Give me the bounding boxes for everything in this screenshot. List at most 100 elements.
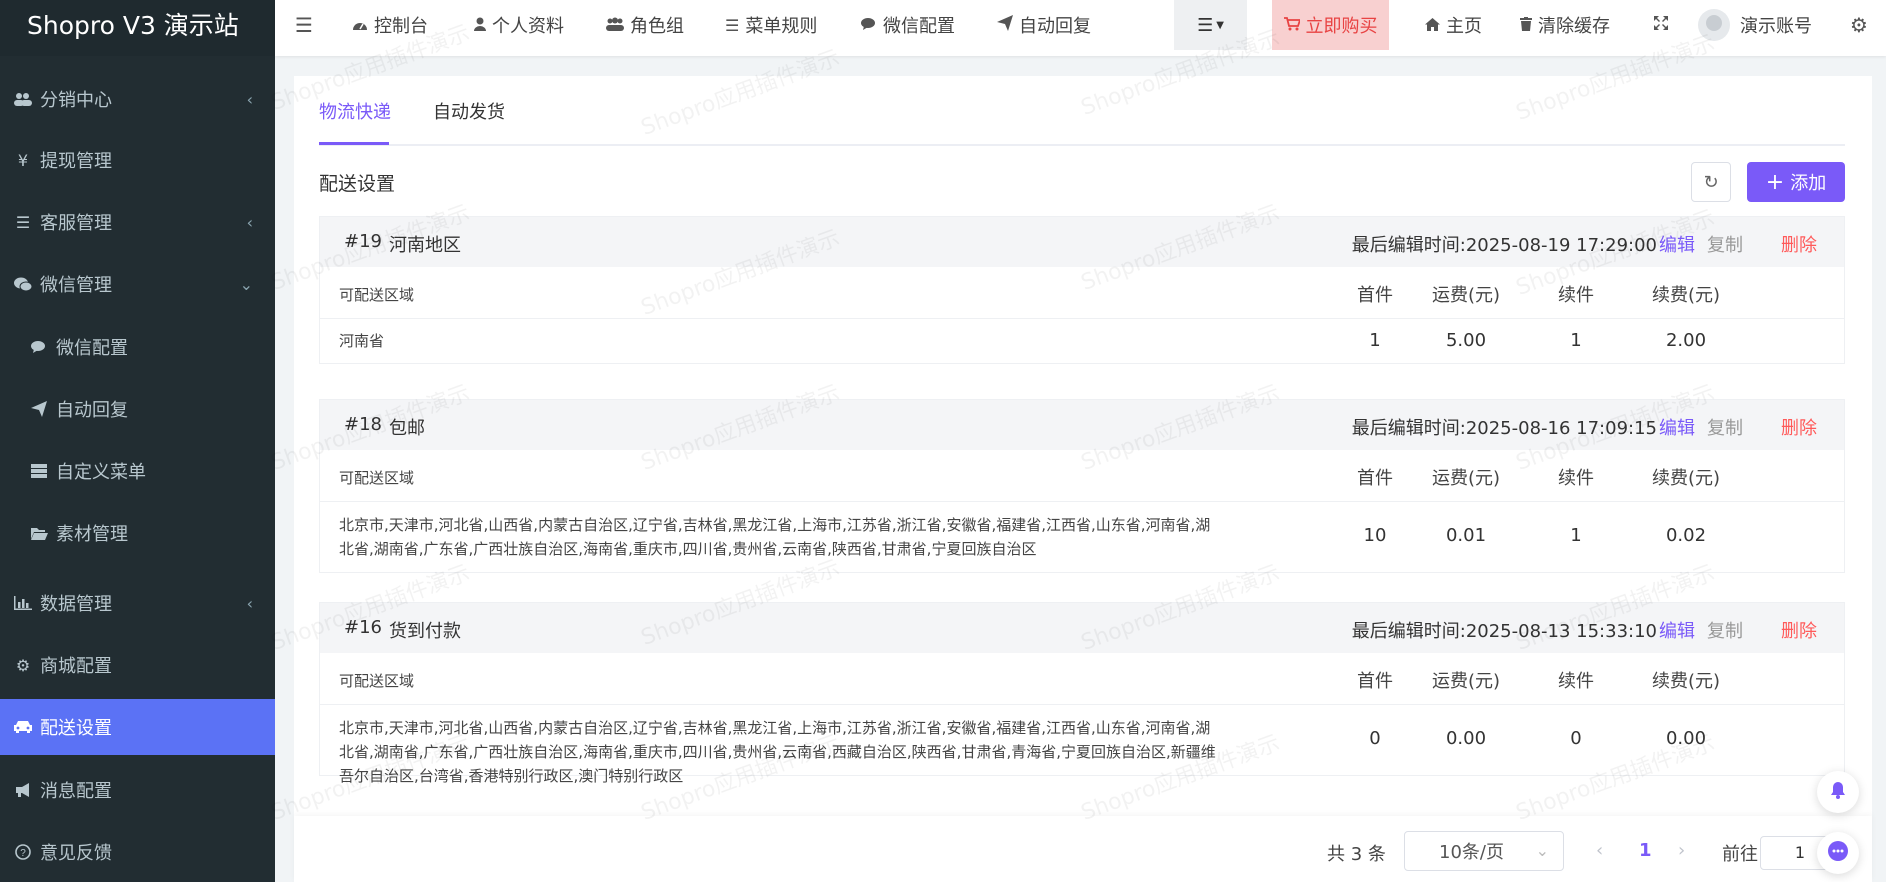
shopping-cart-icon [1283, 16, 1301, 35]
settings-button[interactable]: ⚙ [1850, 0, 1868, 50]
clear-cache-button[interactable]: 清除缓存 [1520, 0, 1610, 50]
column-header-additional: 续件 [1558, 468, 1594, 489]
prev-page-button[interactable]: ‹ [1596, 840, 1603, 861]
column-header-additional-fee: 续费(元) [1651, 671, 1721, 692]
total-count: 共 3 条 [1327, 844, 1386, 865]
bullhorn-icon [12, 783, 34, 797]
sidebar-item-wechat-config[interactable]: 微信配置 [0, 319, 275, 375]
sidebar-item-delivery[interactable]: 配送设置 [0, 699, 275, 755]
sidebar-item-label: 微信管理 [40, 275, 112, 296]
copy-button[interactable]: 复制 [1707, 231, 1743, 257]
column-header-area: 可配送区域 [339, 286, 415, 304]
sidebar-item-customer-service[interactable]: ☰ 客服管理 ‹ [0, 194, 275, 250]
nav-item-label: 微信配置 [883, 16, 955, 37]
sidebar-toggle-button[interactable]: ☰ [295, 0, 313, 50]
car-icon [12, 720, 34, 734]
copy-button[interactable]: 复制 [1707, 617, 1743, 643]
delete-button[interactable]: 删除 [1781, 617, 1817, 643]
nav-item-label: 个人资料 [492, 16, 564, 37]
notification-button[interactable] [1817, 771, 1859, 813]
fullscreen-button[interactable] [1653, 0, 1669, 50]
sidebar-item-auto-reply[interactable]: 自动回复 [0, 381, 275, 437]
edit-button[interactable]: 编辑 [1659, 231, 1695, 257]
brand-logo[interactable]: Shopro V3 演示站 [0, 0, 275, 56]
section-title: 配送设置 [319, 173, 396, 195]
sidebar-item-distribution[interactable]: 分销中心 ‹ [0, 71, 275, 127]
nav-item-menu-rules[interactable]: ☰ 菜单规则 [725, 0, 817, 50]
chevron-down-icon: ⌄ [239, 274, 253, 294]
column-header-fee: 运费(元) [1431, 468, 1501, 489]
delete-button[interactable]: 删除 [1781, 414, 1817, 440]
copy-button[interactable]: 复制 [1707, 414, 1743, 440]
comments-icon [28, 340, 50, 354]
chat-button[interactable] [1817, 832, 1859, 874]
table-header: 可配送区域 首件 运费(元) 续件 续费(元) [320, 653, 1844, 705]
additional-cell: 1 [1570, 525, 1582, 546]
refresh-icon: ↻ [1703, 171, 1719, 193]
sidebar-item-label: 提现管理 [40, 151, 112, 172]
sidebar-item-feedback[interactable]: ? 意见反馈 [0, 824, 275, 880]
gear-icon: ⚙ [1850, 13, 1868, 37]
nav-item-role-group[interactable]: 角色组 [606, 0, 684, 50]
nav-more-dropdown[interactable]: ☰ ▼ [1174, 0, 1247, 50]
sidebar-item-custom-menu[interactable]: 自定义菜单 [0, 443, 275, 499]
question-circle-icon: ? [12, 844, 34, 860]
area-cell: 北京市,天津市,河北省,山西省,内蒙古自治区,辽宁省,吉林省,黑龙江省,上海市,… [339, 719, 1216, 785]
chevron-left-icon: ‹ [246, 212, 253, 232]
goto-label: 前往 [1722, 844, 1758, 865]
sidebar-item-label: 消息配置 [40, 781, 112, 802]
nav-item-profile[interactable]: 个人资料 [474, 0, 564, 50]
area-cell: 河南省 [339, 332, 385, 350]
additional-fee-cell: 0.00 [1665, 728, 1707, 749]
chat-icon [1827, 840, 1849, 866]
sidebar-item-message-config[interactable]: 消息配置 [0, 762, 275, 818]
table-row: 河南省 1 5.00 1 2.00 [320, 319, 1844, 363]
delivery-template: #18 包邮 最后编辑时间:2025-08-16 17:09:15 编辑 复制 … [319, 399, 1845, 573]
area-cell: 北京市,天津市,河北省,山西省,内蒙古自治区,辽宁省,吉林省,黑龙江省,上海市,… [339, 516, 1211, 558]
additional-fee-cell: 0.02 [1665, 525, 1707, 546]
next-page-button[interactable]: › [1678, 840, 1685, 861]
buy-now-button[interactable]: 立即购买 [1272, 0, 1389, 50]
column-header-additional-fee: 续费(元) [1651, 285, 1721, 306]
server-icon [28, 464, 50, 478]
nav-home-link[interactable]: 主页 [1425, 0, 1482, 50]
sidebar-item-wechat[interactable]: 微信管理 ⌄ [0, 256, 275, 312]
sidebar: Shopro V3 演示站 分销中心 ‹ ¥ 提现管理 ☰ 客服管理 ‹ 微信管… [0, 0, 275, 882]
sidebar-item-withdraw[interactable]: ¥ 提现管理 [0, 132, 275, 188]
plus-icon: + [1765, 169, 1785, 195]
column-header-fee: 运费(元) [1431, 671, 1501, 692]
edit-button[interactable]: 编辑 [1659, 414, 1695, 440]
template-header: #18 包邮 最后编辑时间:2025-08-16 17:09:15 编辑 复制 … [320, 400, 1844, 450]
svg-text:?: ? [20, 848, 26, 859]
tab-logistics[interactable]: 物流快递 [319, 98, 391, 124]
account-menu[interactable]: 演示账号 [1698, 0, 1812, 50]
nav-item-label: 自动回复 [1019, 16, 1091, 37]
template-updated-time: 最后编辑时间:2025-08-19 17:29:00 [1351, 235, 1657, 256]
edit-button[interactable]: 编辑 [1659, 617, 1695, 643]
pagination-bar: 共 3 条 10条/页 ⌄ ‹ 1 › 前往 1 [294, 816, 1872, 882]
template-id: #18 [344, 414, 382, 435]
user-icon [474, 16, 486, 35]
clear-cache-label: 清除缓存 [1538, 16, 1610, 37]
sidebar-item-label: 商城配置 [40, 656, 112, 677]
add-button[interactable]: + 添加 [1747, 162, 1845, 202]
tab-auto-delivery[interactable]: 自动发货 [433, 98, 505, 124]
page-size-select[interactable]: 10条/页 ⌄ [1404, 831, 1564, 871]
nav-item-dashboard[interactable]: 控制台 [352, 0, 428, 50]
sidebar-item-data[interactable]: 数据管理 ‹ [0, 575, 275, 631]
caret-down-icon: ▼ [1216, 19, 1224, 31]
nav-item-label: 菜单规则 [745, 16, 818, 37]
main-card: 物流快递 自动发货 配送设置 ↻ + 添加 #19 河南地区 最后编辑时间:20… [294, 76, 1872, 816]
table-header: 可配送区域 首件 运费(元) 续件 续费(元) [320, 450, 1844, 502]
sidebar-item-mall-config[interactable]: ⚙ 商城配置 [0, 637, 275, 693]
refresh-button[interactable]: ↻ [1691, 162, 1731, 202]
list-icon: ☰ [1197, 14, 1214, 36]
sidebar-item-label: 分销中心 [40, 90, 112, 111]
nav-item-auto-reply[interactable]: 自动回复 [997, 0, 1091, 50]
column-header-area: 可配送区域 [339, 672, 415, 690]
delete-button[interactable]: 删除 [1781, 231, 1817, 257]
template-updated-time: 最后编辑时间:2025-08-13 15:33:10 [1351, 621, 1657, 642]
nav-item-wechat-config[interactable]: 微信配置 [861, 0, 955, 50]
page-number-current[interactable]: 1 [1639, 840, 1652, 861]
sidebar-item-materials[interactable]: 素材管理 [0, 505, 275, 561]
